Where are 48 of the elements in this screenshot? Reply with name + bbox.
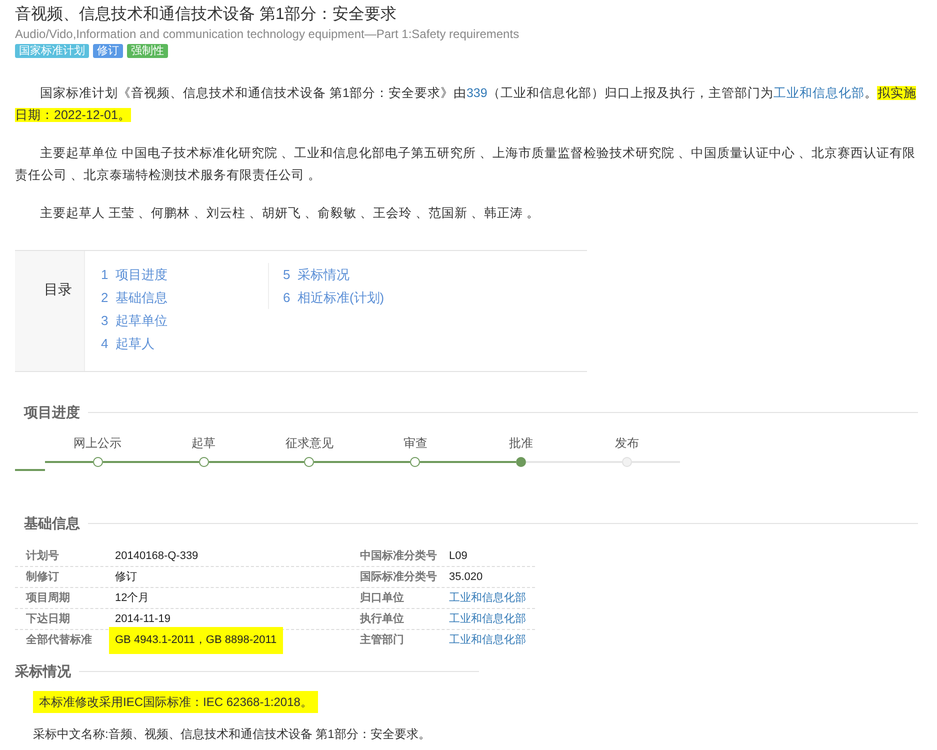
english-title: Audio/Vido,Information and communication technology equipment—Part 1:Safety requirements — [15, 26, 520, 42]
field-value: L09 — [449, 548, 468, 564]
field-link[interactable]: 工业和信息化部 — [449, 610, 526, 628]
field-value: 修订 — [115, 570, 137, 585]
field-value: 12个月 — [115, 590, 150, 606]
toc-link[interactable]: 4 起草人 — [101, 332, 268, 355]
tag: 国家标准计划 — [15, 44, 89, 58]
toc-title: 目录 — [44, 280, 72, 299]
toc-link[interactable]: 3 起草单位 — [101, 309, 268, 332]
field-value: 20140168-Q-339 — [115, 548, 198, 564]
section-heading: 采标情况 — [15, 662, 71, 681]
toc-link[interactable]: 6 相近标准(计划) — [283, 286, 437, 309]
section-heading: 项目进度 — [24, 403, 80, 422]
page-title: 音视频、信息技术和通信技术设备 第1部分：安全要求 — [15, 4, 398, 25]
field-value: 35.020 — [449, 570, 483, 585]
field-label: 执行单位 — [360, 612, 405, 627]
step-label: 起草 — [192, 435, 216, 451]
step-label: 审查 — [403, 435, 428, 451]
field-label: 计划号 — [26, 548, 60, 564]
step-label: 发布 — [615, 435, 640, 451]
tag: 强制性 — [127, 44, 168, 58]
field-label: 全部代替标准 — [26, 632, 93, 648]
field-link[interactable]: 工业和信息化部 — [449, 632, 526, 649]
field-label: 下达日期 — [26, 612, 71, 627]
adoption-text: 本标准修改采用IEC国际标准：IEC 62368-1:2018。 — [33, 691, 318, 713]
paragraph: 主要起草单位 中国电子技术标准化研究院 、工业和信息化部电子第五研究所 、上海市质量监督检验技术研究院 、中国质量认证中心 、北京赛西认证有限责任公司 、北京泰瑞特检测技术服务有限责任公司 。 — [15, 145, 916, 184]
field-label: 中国标准分类号 — [360, 548, 438, 564]
field-label: 制修订 — [26, 570, 60, 585]
field-label: 国际标准分类号 — [360, 570, 438, 585]
toc-link[interactable]: 1 项目进度 — [101, 263, 268, 286]
field-label: 主管部门 — [360, 632, 405, 648]
adoption-text: 采标中文名称:音频、视频、信息技术和通信技术设备 第1部分：安全要求。 — [33, 727, 430, 741]
paragraph: 国家标准计划《音视频、信息技术和通信技术设备 第1部分：安全要求》由339（工业和信息化部）归口上报及执行，主管部门为工业和信息化部。拟实施日期：2022-12-01。 — [15, 85, 918, 124]
section-heading: 基础信息 — [24, 514, 80, 533]
link[interactable]: 339 — [466, 86, 488, 100]
field-link[interactable]: 工业和信息化部 — [449, 590, 526, 606]
step-label: 征求意见 — [285, 435, 334, 451]
field-label: 项目周期 — [26, 590, 71, 606]
field-label: 归口单位 — [360, 590, 405, 606]
field-value: 2014-11-19 — [115, 612, 170, 627]
toc-link[interactable]: 5 采标情况 — [283, 263, 437, 286]
paragraph: 主要起草人 王莹 、何鹏林 、刘云柱 、胡妍飞 、俞毅敏 、王会玲 、范国新 、韩正涛 。 — [39, 205, 540, 222]
tag: 修订 — [93, 44, 123, 58]
field-value: GB 4943.1-2011，GB 8898-2011 — [109, 627, 283, 654]
toc-link[interactable]: 2 基础信息 — [101, 286, 268, 309]
step-label: 批准 — [509, 435, 534, 451]
step-label: 网上公示 — [74, 435, 122, 451]
link[interactable]: 工业和信息化部 — [773, 86, 864, 100]
